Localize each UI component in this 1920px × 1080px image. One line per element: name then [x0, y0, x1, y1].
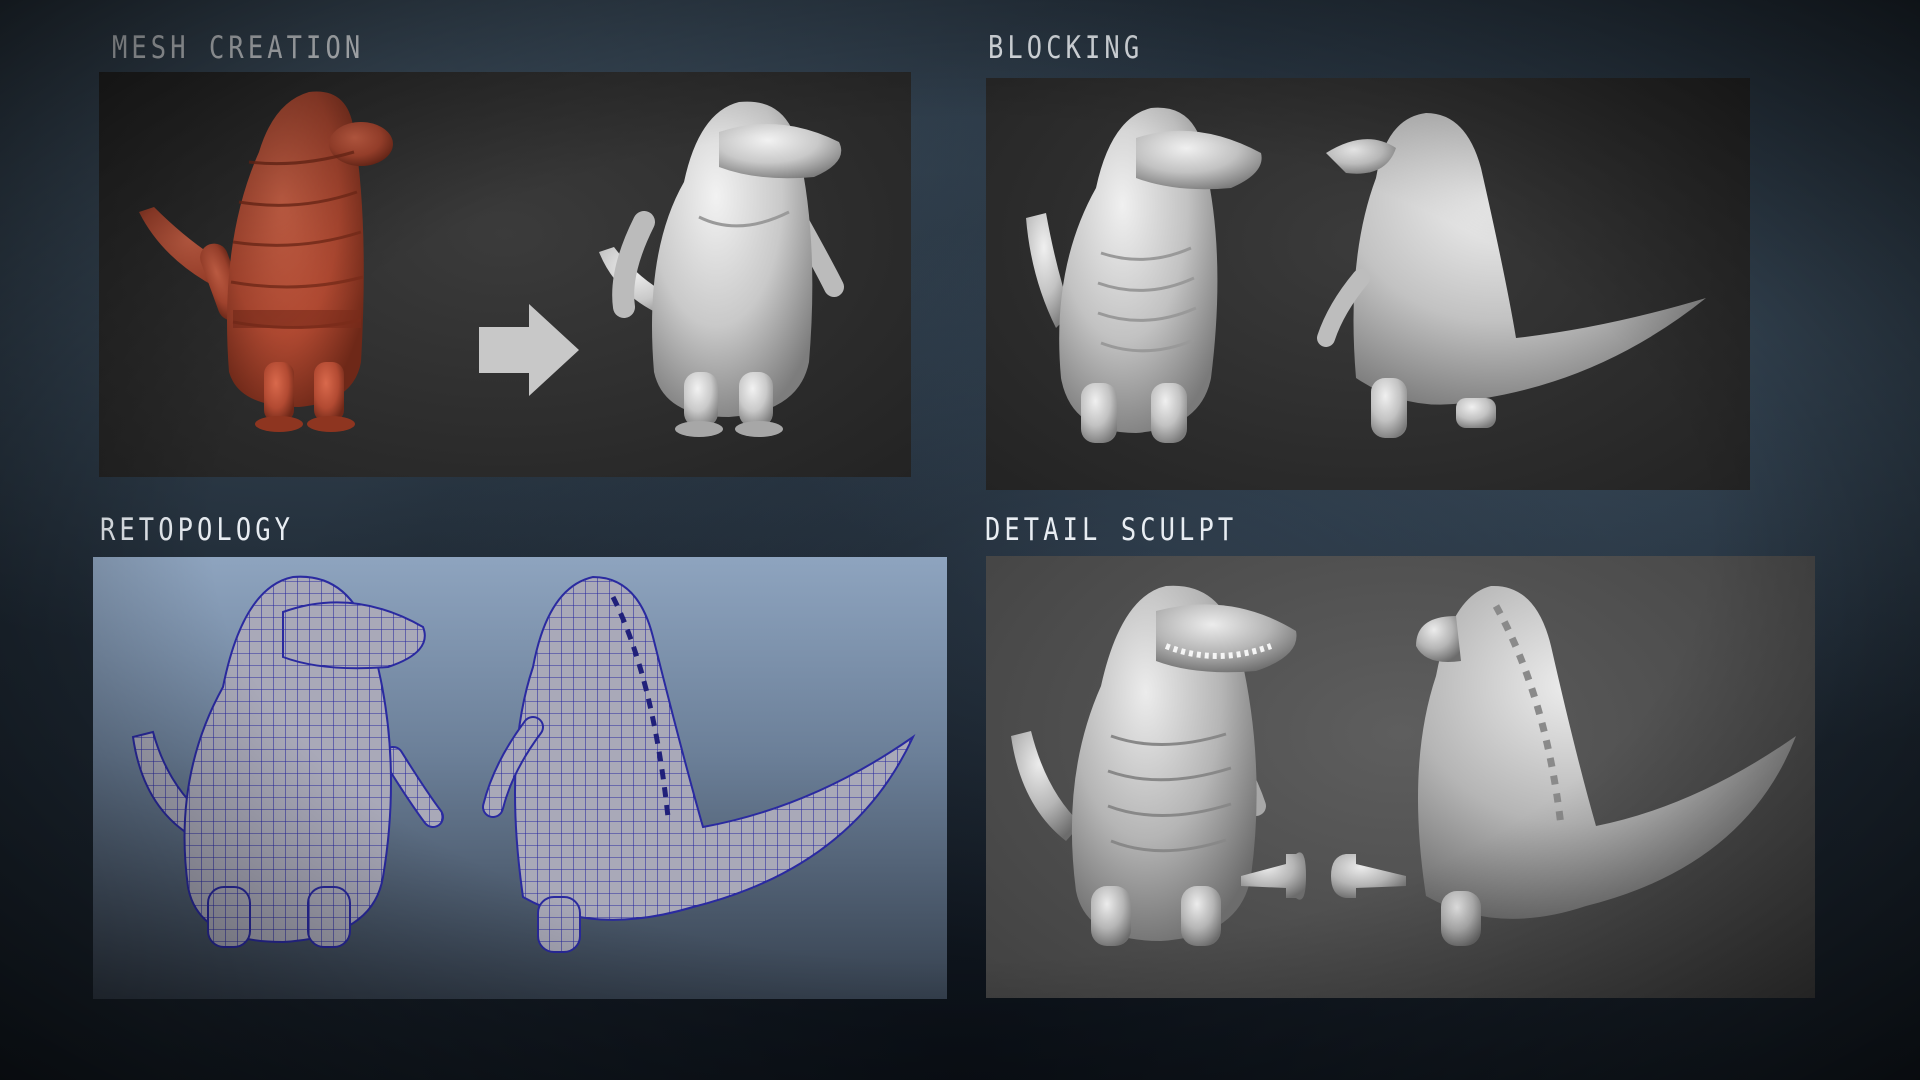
blocking-render: [1026, 107, 1706, 443]
section-title-retopology: RETOPOLOGY: [100, 512, 295, 548]
blocking-panel: [986, 78, 1750, 490]
retopo-back-model: [482, 575, 916, 953]
mesh-creation-render: [139, 91, 844, 437]
detail-back-model: [1331, 585, 1796, 946]
detail-sculpt-panel: [986, 556, 1815, 998]
section-title-blocking: BLOCKING: [988, 30, 1144, 66]
arrow-right-icon: [479, 304, 579, 396]
section-title-mesh-creation: MESH CREATION: [112, 30, 365, 66]
detail-sculpt-render: [1011, 585, 1796, 946]
section-title-detail-sculpt: DETAIL SCULPT: [985, 512, 1238, 548]
mesh-creation-panel: [99, 72, 911, 477]
detail-front-model: [1011, 585, 1306, 946]
blocking-back-model: [1317, 113, 1706, 438]
retopo-front-model: [131, 575, 444, 948]
sculpt-model: [599, 101, 844, 437]
blocking-front-model: [1026, 107, 1262, 443]
base-mesh-model: [139, 91, 393, 432]
retopology-render: [131, 575, 916, 953]
trumpet-icon: [1331, 854, 1406, 898]
retopology-panel: [93, 557, 947, 999]
